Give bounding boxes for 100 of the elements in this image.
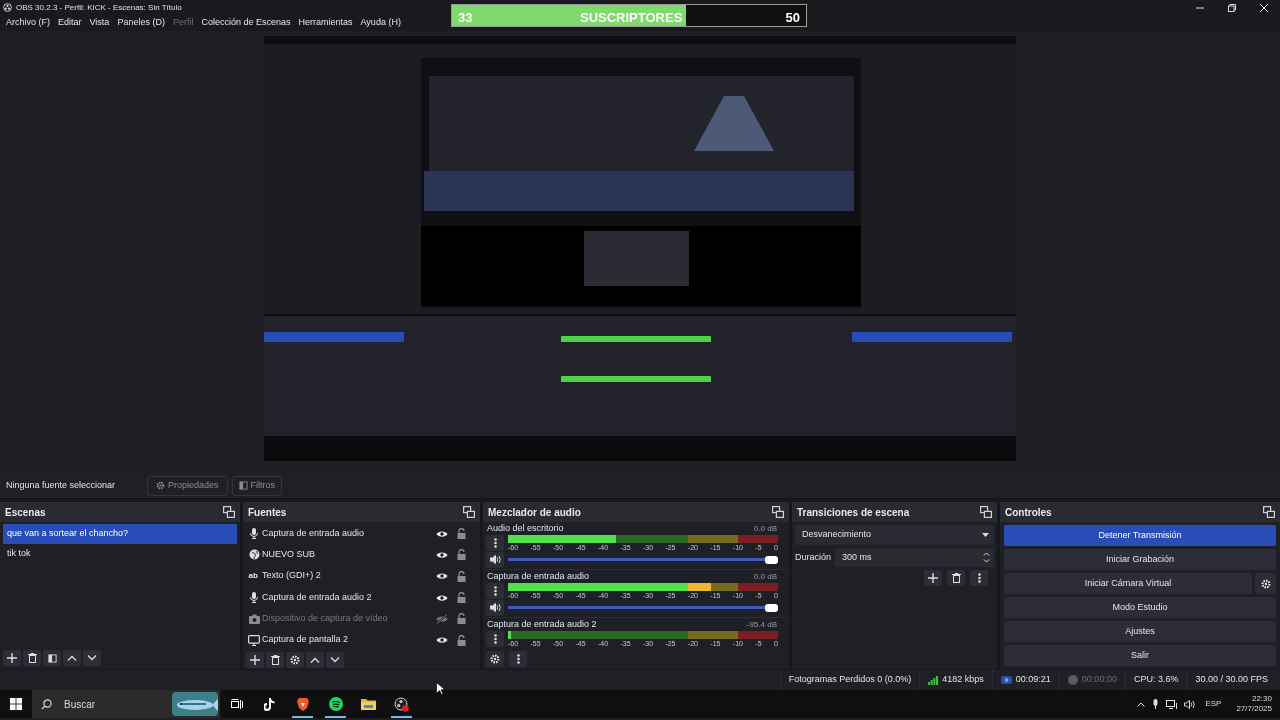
filter-icon xyxy=(47,653,57,663)
settings-icon xyxy=(1260,578,1271,589)
remove-button[interactable] xyxy=(947,570,965,586)
undock-icon[interactable] xyxy=(980,506,992,518)
source-item[interactable]: NUEVO SUB xyxy=(248,544,466,566)
move-up-button[interactable] xyxy=(63,650,81,666)
mute-button[interactable] xyxy=(486,551,504,568)
microphone-icon xyxy=(249,592,259,604)
kebab-menu-icon xyxy=(493,586,497,596)
filters-button[interactable]: Filtros xyxy=(231,475,283,496)
spinner-icon[interactable] xyxy=(983,551,990,564)
clock[interactable]: 22:30 27/7/2025 xyxy=(1236,694,1272,714)
selection-status: Ninguna fuente seleccionar xyxy=(6,478,117,492)
chevron-up-icon[interactable] xyxy=(1137,701,1146,707)
chevron-down-icon xyxy=(330,656,340,663)
speaker-icon[interactable] xyxy=(1184,699,1196,709)
source-item[interactable]: Captura de entrada audio 2 xyxy=(248,586,466,609)
advanced-audio-button[interactable] xyxy=(486,651,504,667)
source-label: Dispositivo de captura de vídeo xyxy=(262,612,389,626)
menu-item[interactable]: Herramientas xyxy=(295,16,356,30)
source-item[interactable]: Captura de entrada audio xyxy=(248,523,466,545)
channel-menu-button[interactable] xyxy=(486,535,504,551)
undock-icon[interactable] xyxy=(223,506,235,518)
goal-label: SUSCRIPTORES xyxy=(580,9,683,27)
monitor-icon xyxy=(248,634,260,646)
network-icon[interactable] xyxy=(1166,699,1178,709)
scene-item[interactable]: que van a sortear el chancho? xyxy=(3,524,237,544)
eye-icon[interactable] xyxy=(436,593,448,602)
task-view-icon[interactable] xyxy=(230,698,243,710)
mixer-menu-button[interactable] xyxy=(509,651,527,667)
signal-icon xyxy=(928,675,939,685)
microphone-icon[interactable] xyxy=(1152,699,1160,709)
remove-button[interactable] xyxy=(23,650,41,666)
undock-icon[interactable] xyxy=(463,506,475,518)
remove-button[interactable] xyxy=(266,651,284,668)
stream-time: 00:09:21 xyxy=(1015,673,1051,687)
control-button[interactable]: Modo Estudio xyxy=(1004,597,1276,618)
lock-icon[interactable] xyxy=(457,549,466,561)
move-down-button[interactable] xyxy=(83,650,101,666)
source-item[interactable]: ab Texto (GDI+) 2 xyxy=(248,565,466,587)
scene-item[interactable]: tik tok xyxy=(3,544,237,564)
control-button[interactable]: Iniciar Grabación xyxy=(1004,549,1276,570)
filter-button[interactable] xyxy=(43,650,61,666)
eye-icon[interactable] xyxy=(436,529,448,538)
add-button[interactable] xyxy=(924,570,942,586)
eye-icon[interactable] xyxy=(436,636,448,645)
control-button[interactable]: Iniciar Cámara Virtual xyxy=(1004,573,1252,594)
undock-icon[interactable] xyxy=(772,506,784,518)
channel-menu-button[interactable] xyxy=(486,631,504,647)
slider-thumb[interactable] xyxy=(765,555,778,564)
source-label: Texto (GDI+) 2 xyxy=(262,569,322,583)
menu-item[interactable]: Paneles (D) xyxy=(114,16,168,30)
settings-button[interactable] xyxy=(1255,573,1276,594)
sound-waves-icon[interactable] xyxy=(328,697,343,711)
move-up-button[interactable] xyxy=(306,651,324,668)
kebab-menu-icon xyxy=(977,573,981,583)
lock-icon[interactable] xyxy=(457,592,466,604)
menu-item[interactable]: Vista xyxy=(86,16,113,30)
channel-name: Captura de entrada audio xyxy=(487,569,590,583)
frame-rate: 30.00 / 30.00 FPS xyxy=(1195,673,1268,687)
transition-dropdown[interactable]: Desvanecimiento xyxy=(795,525,994,545)
language-indicator[interactable]: ESP xyxy=(1205,698,1222,710)
music-note-icon[interactable] xyxy=(264,697,275,711)
settings-icon xyxy=(290,654,300,665)
folder-icon[interactable] xyxy=(361,698,376,710)
lock-icon[interactable] xyxy=(457,634,466,646)
menu-item[interactable]: Editar xyxy=(55,16,85,30)
recording-app-icon[interactable] xyxy=(394,696,409,712)
window-title: OBS 30.2.3 - Perfil: KICK - Escenas: Sin Título xyxy=(16,1,182,14)
eye-icon[interactable] xyxy=(436,572,448,581)
eye-icon[interactable] xyxy=(436,550,448,559)
volume-slider[interactable] xyxy=(508,555,778,564)
chevron-up-icon xyxy=(67,655,77,661)
slider-thumb[interactable] xyxy=(765,603,778,612)
taskbar-search-field[interactable]: Buscar xyxy=(32,690,220,718)
control-button[interactable]: Ajustes xyxy=(1004,621,1276,642)
duration-field[interactable]: 300 ms xyxy=(835,548,994,567)
lock-icon[interactable] xyxy=(457,528,466,540)
menu-button[interactable] xyxy=(970,570,988,586)
add-button[interactable] xyxy=(3,650,21,666)
channel-menu-button[interactable] xyxy=(486,583,504,599)
properties-button[interactable]: Propiedades xyxy=(147,475,228,496)
control-button[interactable]: Salir xyxy=(1004,645,1276,666)
lock-icon[interactable] xyxy=(457,613,466,625)
windows-start-icon[interactable] xyxy=(10,698,22,710)
source-item[interactable]: Captura de pantalla 2 xyxy=(248,629,466,651)
lock-icon[interactable] xyxy=(457,570,466,582)
menu-item[interactable]: Colección de Escenas xyxy=(198,16,294,30)
properties-button[interactable] xyxy=(286,651,304,668)
menu-item[interactable]: Ayuda (H) xyxy=(357,16,404,30)
source-item[interactable]: Dispositivo de captura de vídeo xyxy=(248,608,466,630)
menu-item[interactable]: Archivo (F) xyxy=(3,16,53,30)
mute-button[interactable] xyxy=(486,599,504,616)
source-label: Captura de entrada audio 2 xyxy=(262,590,373,604)
hidden-eye-icon[interactable] xyxy=(436,613,448,624)
volume-slider[interactable] xyxy=(508,603,778,612)
undock-icon[interactable] xyxy=(1263,506,1275,518)
add-button[interactable] xyxy=(246,651,264,668)
move-down-button[interactable] xyxy=(326,651,344,668)
control-button[interactable]: Detener Transmisión xyxy=(1004,525,1276,546)
